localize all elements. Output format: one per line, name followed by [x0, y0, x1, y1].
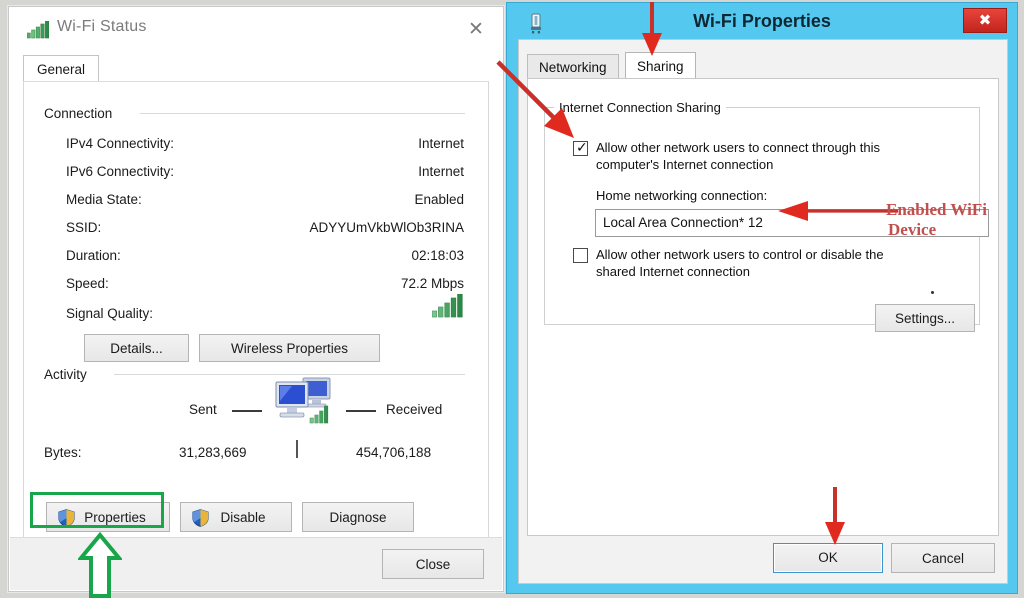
ssid-value: ADYYUmVkbWlOb3RINA [309, 220, 464, 235]
wifi-properties-title-text: Wi-Fi Properties [693, 11, 831, 31]
allow-control-checkbox[interactable] [573, 248, 588, 263]
close-button[interactable]: Close [382, 549, 484, 579]
allow-connect-label: Allow other network users to connect thr… [596, 139, 956, 173]
tab-sharing[interactable]: Sharing [625, 52, 696, 80]
home-networking-connection-label: Home networking connection: [596, 188, 768, 203]
allow-connect-checkbox[interactable]: ✓ [573, 139, 588, 156]
close-icon[interactable]: ✖ [963, 8, 1007, 33]
enabled-wifi-device-note-line1: Enabled WiFi [886, 200, 987, 219]
speed-label: Speed: [66, 276, 109, 291]
bytes-separator [296, 440, 298, 458]
status-footer-bar: Close [10, 537, 502, 590]
duration-value: 02:18:03 [411, 248, 464, 263]
wifi-signal-bars-icon [27, 21, 49, 39]
screenshot-root: Wi-Fi Status ✕ General Connection IPv4 C… [0, 0, 1024, 598]
media-state-value: Enabled [414, 192, 464, 207]
close-icon[interactable]: ✕ [461, 17, 491, 43]
bytes-sent-value: 31,283,669 [179, 445, 247, 460]
ipv4-connectivity-value: Internet [418, 136, 464, 151]
bytes-received-value: 454,706,188 [356, 445, 432, 460]
wifi-status-title-text: Wi-Fi Status [57, 18, 147, 35]
checkmark-icon: ✓ [576, 139, 588, 155]
connection-group-label: Connection [44, 106, 120, 121]
ipv4-connectivity-label: IPv4 Connectivity: [66, 136, 175, 151]
uac-shield-icon [192, 509, 209, 527]
internet-connection-sharing-label: Internet Connection Sharing [554, 100, 726, 115]
sharing-tab-panel: Internet Connection Sharing ✓ Allow othe… [527, 78, 999, 536]
decorative-dot [931, 291, 934, 294]
allow-control-line2: shared Internet connection [596, 264, 750, 279]
properties-footer-bar: OK Cancel [519, 535, 1007, 583]
ssid-label: SSID: [66, 220, 102, 235]
enabled-wifi-device-note: Enabled WiFi Device [886, 200, 987, 240]
allow-connect-line2: computer's Internet connection [596, 157, 774, 172]
received-connector-line [346, 410, 376, 412]
green-rectangle-highlight [30, 492, 164, 528]
allow-control-label: Allow other network users to control or … [596, 246, 966, 280]
wifi-properties-body: Networking Sharing Internet Connection S… [518, 39, 1008, 584]
ipv6-connectivity-label: IPv6 Connectivity: [66, 164, 175, 179]
disable-button-label: Disable [220, 510, 266, 525]
media-state-label: Media State: [66, 192, 142, 207]
speed-value: 72.2 Mbps [400, 276, 464, 291]
activity-group-label: Activity [44, 367, 94, 382]
tab-general[interactable]: General [23, 55, 100, 82]
signal-bars-icon [432, 294, 463, 318]
tab-networking[interactable]: Networking [527, 54, 619, 80]
wifi-status-titlebar: Wi-Fi Status ✕ [9, 7, 503, 51]
ipv6-connectivity-value: Internet [418, 164, 464, 179]
details-button[interactable]: Details... [84, 334, 189, 362]
two-computers-icon [275, 377, 331, 424]
signal-quality-label: Signal Quality: [66, 306, 154, 321]
ok-button[interactable]: OK [773, 543, 883, 573]
diagnose-button[interactable]: Diagnose [302, 502, 414, 532]
bytes-label: Bytes: [44, 445, 82, 460]
enabled-wifi-device-note-line2: Device [888, 220, 937, 239]
sent-label: Sent [189, 402, 217, 417]
allow-connect-line1: Allow other network users to connect thr… [596, 140, 880, 155]
cancel-button[interactable]: Cancel [891, 543, 995, 573]
disable-button[interactable]: Disable [180, 502, 292, 532]
allow-control-line1: Allow other network users to control or … [596, 247, 884, 262]
connection-group-rule [140, 113, 465, 114]
sent-connector-line [232, 410, 262, 412]
settings-button[interactable]: Settings... [875, 304, 975, 332]
duration-label: Duration: [66, 248, 121, 263]
wifi-properties-dialog: Wi-Fi Properties ✖ Networking Sharing In… [506, 2, 1018, 594]
received-label: Received [386, 402, 443, 417]
status-general-panel: Connection IPv4 Connectivity: Internet I… [23, 82, 489, 541]
status-tabstrip: General [23, 55, 489, 83]
wireless-properties-button[interactable]: Wireless Properties [199, 334, 380, 362]
